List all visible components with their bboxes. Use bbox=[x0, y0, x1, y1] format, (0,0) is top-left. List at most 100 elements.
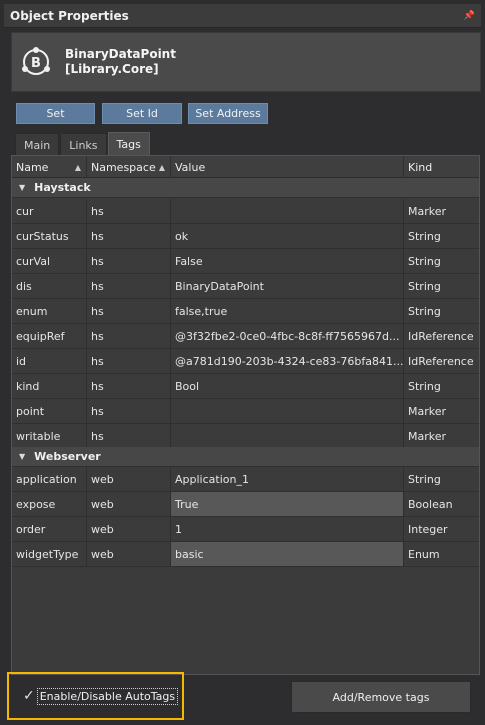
autotags-highlight: ✓ Enable/Disable AutoTags bbox=[7, 672, 184, 720]
pin-icon[interactable]: 📌 bbox=[464, 11, 475, 21]
table-row[interactable]: enum hs false,true String bbox=[12, 299, 479, 324]
cell-kind: Marker bbox=[408, 204, 447, 218]
autotags-label[interactable]: Enable/Disable AutoTags bbox=[36, 687, 179, 705]
table-row[interactable]: cur hs Marker bbox=[12, 199, 479, 224]
cell-name: kind bbox=[12, 374, 87, 398]
cell-kind: Marker bbox=[408, 404, 447, 418]
cell-namespace: web bbox=[87, 542, 171, 566]
cell-namespace: hs bbox=[87, 399, 171, 423]
cell-value[interactable]: false,true bbox=[171, 299, 404, 323]
cell-kind: String bbox=[408, 472, 441, 486]
table-row[interactable]: widgetType web basic Enum bbox=[12, 542, 479, 567]
cell-kind: IdReference bbox=[408, 354, 474, 368]
cell-kind: Integer bbox=[408, 522, 448, 536]
grid-header: Name ▲ Namespace ▲ Value Kind bbox=[12, 156, 479, 178]
cell-value[interactable]: Application_1 bbox=[171, 467, 404, 491]
cell-namespace: hs bbox=[87, 374, 171, 398]
sort-asc-icon: ▲ bbox=[74, 162, 81, 172]
cell-name: application bbox=[12, 467, 87, 491]
object-name: BinaryDataPoint bbox=[65, 47, 176, 61]
cell-name: point bbox=[12, 399, 87, 423]
table-row[interactable]: expose web True Boolean bbox=[12, 492, 479, 517]
tags-grid: Name ▲ Namespace ▲ Value Kind ▼ Haystack c… bbox=[11, 155, 480, 675]
cell-name: curVal bbox=[12, 249, 87, 273]
collapse-icon[interactable]: ▼ bbox=[19, 183, 25, 192]
group-header-webserver[interactable]: ▼ Webserver bbox=[12, 447, 479, 467]
cell-kind: String bbox=[408, 279, 441, 293]
cell-namespace: hs bbox=[87, 324, 171, 348]
cell-value[interactable]: @3f32fbe2-0ce0-4fbc-8c8f-ff7565967d... bbox=[171, 324, 404, 348]
tab-strip: Main Links Tags bbox=[15, 132, 151, 156]
cell-kind: Enum bbox=[408, 547, 440, 561]
svg-text:B: B bbox=[31, 56, 41, 71]
cell-namespace: hs bbox=[87, 199, 171, 223]
cell-value[interactable] bbox=[171, 199, 404, 223]
cell-value-dropdown[interactable]: basic bbox=[171, 542, 404, 566]
collapse-icon[interactable]: ▼ bbox=[19, 452, 25, 461]
table-row[interactable]: order web 1 Integer bbox=[12, 517, 479, 542]
cell-name: dis bbox=[12, 274, 87, 298]
cell-value[interactable]: @a781d190-203b-4324-ce83-76bfa841... bbox=[171, 349, 404, 373]
cell-value-dropdown[interactable]: True bbox=[171, 492, 404, 516]
cell-value[interactable] bbox=[171, 424, 404, 448]
group-header-haystack[interactable]: ▼ Haystack bbox=[12, 178, 479, 198]
cell-kind: IdReference bbox=[408, 329, 474, 343]
cell-namespace: hs bbox=[87, 349, 171, 373]
binary-datapoint-icon: B bbox=[22, 47, 50, 75]
cell-name: id bbox=[12, 349, 87, 373]
cell-kind: String bbox=[408, 254, 441, 268]
add-remove-tags-button[interactable]: Add/Remove tags bbox=[291, 681, 471, 713]
cell-value[interactable] bbox=[171, 399, 404, 423]
table-row[interactable]: curVal hs False String bbox=[12, 249, 479, 274]
cell-kind: String bbox=[408, 379, 441, 393]
cell-kind: String bbox=[408, 229, 441, 243]
column-header-value[interactable]: Value bbox=[171, 156, 404, 178]
cell-name: curStatus bbox=[12, 224, 87, 248]
cell-value[interactable]: ok bbox=[171, 224, 404, 248]
table-row[interactable]: dis hs BinaryDataPoint String bbox=[12, 274, 479, 299]
tab-main[interactable]: Main bbox=[15, 133, 60, 156]
cell-namespace: hs bbox=[87, 249, 171, 273]
cell-name: cur bbox=[12, 199, 87, 223]
cell-kind: Boolean bbox=[408, 497, 453, 511]
cell-kind: String bbox=[408, 304, 441, 318]
tab-links[interactable]: Links bbox=[60, 133, 107, 156]
table-row[interactable]: writable hs Marker bbox=[12, 424, 479, 449]
object-header: B BinaryDataPoint [Library.Core] bbox=[11, 32, 481, 92]
panel-title: Object Properties bbox=[10, 8, 129, 23]
cell-value[interactable]: False bbox=[171, 249, 404, 273]
set-id-button[interactable]: Set Id bbox=[102, 103, 182, 124]
cell-name: writable bbox=[12, 424, 87, 448]
cell-namespace: hs bbox=[87, 299, 171, 323]
column-header-kind[interactable]: Kind bbox=[404, 156, 479, 178]
cell-name: enum bbox=[12, 299, 87, 323]
group-label: Webserver bbox=[34, 450, 101, 463]
cell-value[interactable]: Bool bbox=[171, 374, 404, 398]
cell-name: widgetType bbox=[12, 542, 87, 566]
panel-titlebar: Object Properties 📌 bbox=[4, 4, 481, 28]
object-library: [Library.Core] bbox=[65, 62, 159, 76]
cell-value[interactable]: BinaryDataPoint bbox=[171, 274, 404, 298]
cell-namespace: web bbox=[87, 492, 171, 516]
table-row[interactable]: kind hs Bool String bbox=[12, 374, 479, 399]
column-header-namespace[interactable]: Namespace ▲ bbox=[87, 156, 171, 178]
table-row[interactable]: application web Application_1 String bbox=[12, 467, 479, 492]
column-header-name[interactable]: Name ▲ bbox=[12, 156, 87, 178]
autotags-checkbox[interactable]: ✓ Enable/Disable AutoTags bbox=[23, 687, 179, 705]
cell-namespace: hs bbox=[87, 424, 171, 448]
cell-name: order bbox=[12, 517, 87, 541]
cell-name: expose bbox=[12, 492, 87, 516]
table-row[interactable]: id hs @a781d190-203b-4324-ce83-76bfa841.… bbox=[12, 349, 479, 374]
tab-tags[interactable]: Tags bbox=[107, 132, 150, 156]
table-row[interactable]: point hs Marker bbox=[12, 399, 479, 424]
group-label: Haystack bbox=[34, 181, 91, 194]
cell-namespace: hs bbox=[87, 224, 171, 248]
cell-namespace: web bbox=[87, 467, 171, 491]
table-row[interactable]: curStatus hs ok String bbox=[12, 224, 479, 249]
set-button[interactable]: Set bbox=[16, 103, 95, 124]
checkmark-icon[interactable]: ✓ bbox=[23, 688, 35, 704]
table-row[interactable]: equipRef hs @3f32fbe2-0ce0-4fbc-8c8f-ff7… bbox=[12, 324, 479, 349]
cell-value[interactable]: 1 bbox=[171, 517, 404, 541]
set-address-button[interactable]: Set Address bbox=[188, 103, 268, 124]
sort-asc-icon: ▲ bbox=[158, 162, 165, 172]
